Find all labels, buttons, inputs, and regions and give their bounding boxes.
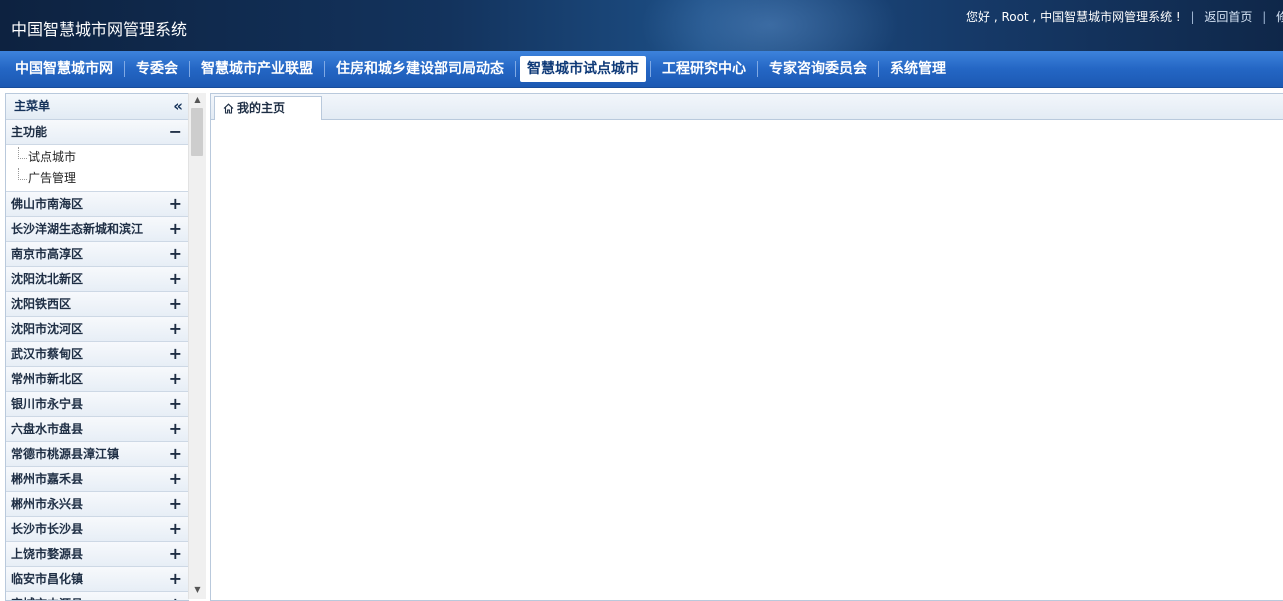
menu-group[interactable]: 上饶市婺源县 +	[6, 542, 189, 567]
expand-icon[interactable]: +	[169, 217, 182, 241]
menu-group-label: 郴州市永兴县	[11, 497, 84, 511]
menu-group[interactable]: 长沙洋湖生态新城和滨江 +	[6, 217, 189, 242]
nav-item-3[interactable]: 住房和城乡建设部司局动态	[329, 56, 511, 82]
nav-item-4[interactable]: 智慧城市试点城市	[520, 56, 646, 82]
main-content: 我的主页	[210, 93, 1283, 601]
menu-group[interactable]: 常德市桃源县漳江镇 +	[6, 442, 189, 467]
greeting-text: 您好 , Root , 中国智慧城市网管理系统 !	[966, 10, 1181, 24]
menu-group[interactable]: 宜城市中源县 +	[6, 592, 189, 600]
menu-group[interactable]: 郴州市嘉禾县 +	[6, 467, 189, 492]
expand-icon[interactable]: +	[169, 442, 182, 466]
nav-separator	[650, 61, 651, 77]
nav-separator	[124, 61, 125, 77]
sidebar-header: 主菜单 «	[6, 94, 189, 120]
expand-icon[interactable]: +	[169, 292, 182, 316]
expand-icon[interactable]: +	[169, 392, 182, 416]
menu-group-label: 长沙洋湖生态新城和滨江	[11, 222, 144, 236]
menu-group-label: 佛山市南海区	[11, 197, 84, 211]
expand-icon[interactable]: +	[169, 192, 182, 216]
menu-group[interactable]: 常州市新北区 +	[6, 367, 189, 392]
menu-group-label: 武汉市蔡甸区	[11, 347, 84, 361]
menu-group-label: 沈阳铁西区	[11, 297, 72, 311]
menu-group-main[interactable]: 主功能 −	[6, 120, 189, 145]
home-link[interactable]: 返回首页	[1204, 10, 1252, 24]
menu-group[interactable]: 六盘水市盘县 +	[6, 417, 189, 442]
menu-group-label: 长沙市长沙县	[11, 522, 84, 536]
menu-group-label: 常州市新北区	[11, 372, 84, 386]
link-separator: |	[1190, 10, 1195, 24]
menu-group-label: 沈阳市沈河区	[11, 322, 84, 336]
expand-icon[interactable]: +	[169, 592, 182, 600]
top-header: 中国智慧城市网管理系统 您好 , Root , 中国智慧城市网管理系统 ! | …	[0, 0, 1283, 51]
expand-icon[interactable]: +	[169, 367, 182, 391]
menu-group[interactable]: 银川市永宁县 +	[6, 392, 189, 417]
expand-icon[interactable]: +	[169, 567, 182, 591]
sub-menu-list: 试点城市 广告管理	[6, 145, 189, 192]
app-title: 中国智慧城市网管理系统	[11, 20, 188, 39]
nav-item-7[interactable]: 系统管理	[883, 56, 953, 82]
tab-label: 我的主页	[237, 101, 286, 115]
scroll-down-arrow-icon[interactable]: ▼	[189, 583, 206, 597]
expand-icon[interactable]: +	[169, 242, 182, 266]
sub-menu-item[interactable]: 广告管理	[6, 168, 189, 189]
menu-group[interactable]: 沈阳市沈河区 +	[6, 317, 189, 342]
sidebar-scrollbar[interactable]: ▲ ▼	[188, 93, 206, 599]
home-icon	[223, 103, 234, 114]
scroll-thumb[interactable]	[191, 108, 203, 156]
menu-group[interactable]: 郴州市永兴县 +	[6, 492, 189, 517]
menu-group-label: 上饶市婺源县	[11, 547, 84, 561]
expand-icon[interactable]: +	[169, 517, 182, 541]
nav-separator	[189, 61, 190, 77]
expand-icon[interactable]: +	[169, 342, 182, 366]
nav-item-6[interactable]: 专家咨询委员会	[762, 56, 874, 82]
menu-group[interactable]: 佛山市南海区 +	[6, 192, 189, 217]
top-links: 您好 , Root , 中国智慧城市网管理系统 ! | 返回首页 | 修改	[966, 8, 1283, 25]
expand-icon[interactable]: +	[169, 417, 182, 441]
menu-group-label: 六盘水市盘县	[11, 422, 84, 436]
menu-group-label: 沈阳沈北新区	[11, 272, 84, 286]
menu-group-label: 临安市昌化镇	[11, 572, 84, 586]
expand-icon[interactable]: +	[169, 492, 182, 516]
menu-group[interactable]: 武汉市蔡甸区 +	[6, 342, 189, 367]
nav-list: 中国智慧城市网 专委会 智慧城市产业联盟 住房和城乡建设部司局动态 智慧城市试点城市 工程…	[8, 56, 953, 82]
expand-icon[interactable]: +	[169, 317, 182, 341]
expand-icon[interactable]: +	[169, 542, 182, 566]
nav-separator	[757, 61, 758, 77]
nav-separator	[515, 61, 516, 77]
nav-item-0[interactable]: 中国智慧城市网	[8, 56, 120, 82]
collapse-icon[interactable]: −	[169, 120, 182, 144]
sidebar: 主菜单 « 主功能 − 试点城市 广告管理 佛山市南海区 + 长沙洋湖生态新城和滨江 +…	[5, 93, 189, 601]
link-separator: |	[1262, 10, 1267, 24]
menu-group[interactable]: 长沙市长沙县 +	[6, 517, 189, 542]
scroll-up-arrow-icon[interactable]: ▲	[189, 93, 206, 107]
nav-separator	[878, 61, 879, 77]
sidebar-title: 主菜单	[14, 99, 51, 113]
menu-group-label: 南京市高淳区	[11, 247, 84, 261]
menu-group-label: 宜城市中源县	[11, 597, 83, 600]
menu-group-label: 郴州市嘉禾县	[11, 472, 84, 486]
nav-item-2[interactable]: 智慧城市产业联盟	[194, 56, 320, 82]
expand-icon[interactable]: +	[169, 267, 182, 291]
tab-strip: 我的主页	[211, 94, 1283, 120]
menu-group-label: 银川市永宁县	[11, 397, 84, 411]
menu-group[interactable]: 临安市昌化镇 +	[6, 567, 189, 592]
menu-group-label: 常德市桃源县漳江镇	[11, 447, 120, 461]
expand-icon[interactable]: +	[169, 467, 182, 491]
nav-separator	[324, 61, 325, 77]
menu-group[interactable]: 沈阳铁西区 +	[6, 292, 189, 317]
nav-item-5[interactable]: 工程研究中心	[655, 56, 753, 82]
tab-my-homepage[interactable]: 我的主页	[214, 96, 322, 120]
menu-group-list: 佛山市南海区 + 长沙洋湖生态新城和滨江 + 南京市高淳区 + 沈阳沈北新区 + 沈阳铁西区 + 沈…	[6, 192, 189, 600]
main-nav: 中国智慧城市网 专委会 智慧城市产业联盟 住房和城乡建设部司局动态 智慧城市试点城市 工程…	[0, 51, 1283, 88]
edit-link[interactable]: 修改	[1276, 10, 1283, 24]
menu-group[interactable]: 南京市高淳区 +	[6, 242, 189, 267]
collapse-sidebar-icon[interactable]: «	[173, 94, 183, 119]
nav-item-1[interactable]: 专委会	[129, 56, 185, 82]
menu-group[interactable]: 沈阳沈北新区 +	[6, 267, 189, 292]
menu-group-label: 主功能	[11, 125, 48, 139]
sub-menu-item[interactable]: 试点城市	[6, 147, 189, 168]
